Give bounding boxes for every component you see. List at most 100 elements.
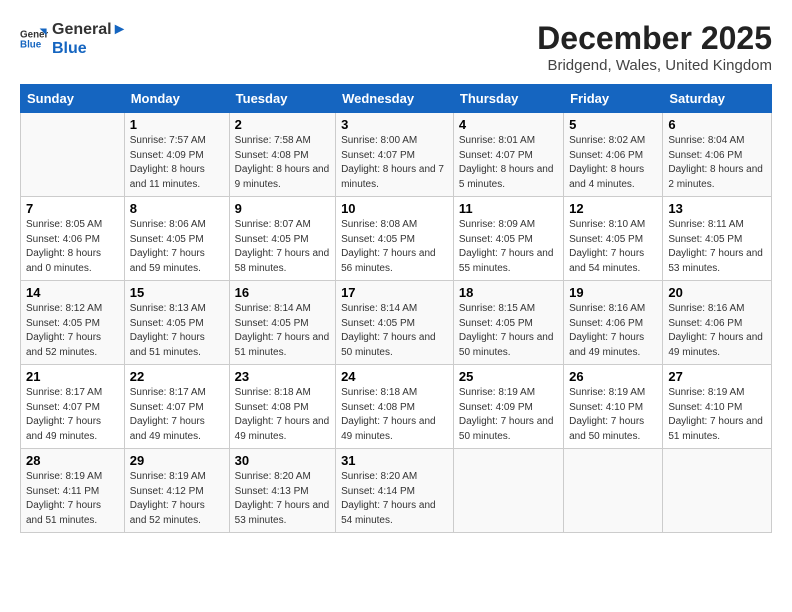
day-info: Sunrise: 8:08 AMSunset: 4:05 PMDaylight:…	[341, 218, 448, 276]
day-info: Sunrise: 8:14 AMSunset: 4:05 PMDaylight:…	[235, 302, 330, 360]
day-cell	[663, 449, 772, 533]
logo-icon: General Blue	[20, 25, 48, 53]
day-cell: 30 Sunrise: 8:20 AMSunset: 4:13 PMDayligh…	[229, 449, 335, 533]
day-info: Sunrise: 8:05 AMSunset: 4:06 PMDaylight:…	[26, 218, 119, 276]
header-cell-sunday: Sunday	[21, 85, 125, 113]
calendar-body: 1Sunrise: 7:57 AMSunset: 4:09 PMDaylight…	[21, 113, 772, 533]
day-number: 31	[341, 453, 448, 468]
day-info: Sunrise: 8:13 AMSunset: 4:05 PMDaylight:…	[130, 302, 224, 360]
week-row-1: 7 Sunrise: 8:05 AMSunset: 4:06 PMDaylight…	[21, 197, 772, 281]
day-cell: 22 Sunrise: 8:17 AMSunset: 4:07 PMDayligh…	[124, 365, 229, 449]
day-info: Sunrise: 8:11 AMSunset: 4:05 PMDaylight:…	[668, 218, 766, 276]
day-info: Sunrise: 8:06 AMSunset: 4:05 PMDaylight:…	[130, 218, 224, 276]
day-number: 16	[235, 285, 330, 300]
day-cell: 28Sunrise: 8:19 AMSunset: 4:11 PMDayligh…	[21, 449, 125, 533]
header-cell-saturday: Saturday	[663, 85, 772, 113]
day-cell: 19Sunrise: 8:16 AMSunset: 4:06 PMDayligh…	[564, 281, 663, 365]
day-cell: 12Sunrise: 8:10 AMSunset: 4:05 PMDayligh…	[564, 197, 663, 281]
day-info: Sunrise: 8:02 AMSunset: 4:06 PMDaylight:…	[569, 134, 657, 192]
week-row-2: 14 Sunrise: 8:12 AMSunset: 4:05 PMDayligh…	[21, 281, 772, 365]
day-info: Sunrise: 8:17 AMSunset: 4:07 PMDaylight:…	[130, 386, 224, 444]
day-cell: 21Sunrise: 8:17 AMSunset: 4:07 PMDayligh…	[21, 365, 125, 449]
day-number: 29	[130, 453, 224, 468]
day-number: 7	[26, 201, 119, 216]
day-info: Sunrise: 8:19 AMSunset: 4:09 PMDaylight:…	[459, 386, 558, 444]
day-number: 1	[130, 117, 224, 132]
day-cell: 24 Sunrise: 8:18 AMSunset: 4:08 PMDayligh…	[336, 365, 454, 449]
day-info: Sunrise: 8:20 AMSunset: 4:14 PMDaylight:…	[341, 470, 448, 528]
day-cell: 31 Sunrise: 8:20 AMSunset: 4:14 PMDayligh…	[336, 449, 454, 533]
day-number: 9	[235, 201, 330, 216]
day-number: 5	[569, 117, 657, 132]
day-number: 22	[130, 369, 224, 384]
day-info: Sunrise: 8:19 AMSunset: 4:10 PMDaylight:…	[668, 386, 766, 444]
day-cell: 11 Sunrise: 8:09 AMSunset: 4:05 PMDayligh…	[453, 197, 563, 281]
day-cell: 23Sunrise: 8:18 AMSunset: 4:08 PMDayligh…	[229, 365, 335, 449]
day-number: 4	[459, 117, 558, 132]
day-cell: 18 Sunrise: 8:15 AMSunset: 4:05 PMDayligh…	[453, 281, 563, 365]
week-row-4: 28Sunrise: 8:19 AMSunset: 4:11 PMDayligh…	[21, 449, 772, 533]
day-cell: 3 Sunrise: 8:00 AMSunset: 4:07 PMDaylight…	[336, 113, 454, 197]
day-info: Sunrise: 8:17 AMSunset: 4:07 PMDaylight:…	[26, 386, 119, 444]
svg-text:Blue: Blue	[20, 40, 42, 51]
day-cell: 5 Sunrise: 8:02 AMSunset: 4:06 PMDaylight…	[564, 113, 663, 197]
day-number: 18	[459, 285, 558, 300]
day-number: 11	[459, 201, 558, 216]
day-cell: 25 Sunrise: 8:19 AMSunset: 4:09 PMDayligh…	[453, 365, 563, 449]
day-info: Sunrise: 8:14 AMSunset: 4:05 PMDaylight:…	[341, 302, 448, 360]
day-info: Sunrise: 8:04 AMSunset: 4:06 PMDaylight:…	[668, 134, 766, 192]
day-number: 30	[235, 453, 330, 468]
logo-text: General►	[52, 20, 127, 39]
day-number: 14	[26, 285, 119, 300]
day-cell: 8 Sunrise: 8:06 AMSunset: 4:05 PMDaylight…	[124, 197, 229, 281]
day-info: Sunrise: 8:20 AMSunset: 4:13 PMDaylight:…	[235, 470, 330, 528]
day-cell: 10 Sunrise: 8:08 AMSunset: 4:05 PMDayligh…	[336, 197, 454, 281]
day-info: Sunrise: 8:16 AMSunset: 4:06 PMDaylight:…	[569, 302, 657, 360]
day-info: Sunrise: 8:19 AMSunset: 4:10 PMDaylight:…	[569, 386, 657, 444]
calendar-table: SundayMondayTuesdayWednesdayThursdayFrid…	[20, 84, 772, 533]
day-number: 13	[668, 201, 766, 216]
day-number: 8	[130, 201, 224, 216]
day-number: 24	[341, 369, 448, 384]
subtitle: Bridgend, Wales, United Kingdom	[537, 57, 772, 74]
day-cell	[21, 113, 125, 197]
day-number: 15	[130, 285, 224, 300]
day-info: Sunrise: 8:10 AMSunset: 4:05 PMDaylight:…	[569, 218, 657, 276]
day-info: Sunrise: 8:16 AMSunset: 4:06 PMDaylight:…	[668, 302, 766, 360]
day-cell	[564, 449, 663, 533]
day-info: Sunrise: 8:12 AMSunset: 4:05 PMDaylight:…	[26, 302, 119, 360]
day-cell: 16 Sunrise: 8:14 AMSunset: 4:05 PMDayligh…	[229, 281, 335, 365]
logo-subtext: Blue	[52, 39, 127, 58]
day-info: Sunrise: 8:00 AMSunset: 4:07 PMDaylight:…	[341, 134, 448, 192]
day-number: 25	[459, 369, 558, 384]
day-info: Sunrise: 8:07 AMSunset: 4:05 PMDaylight:…	[235, 218, 330, 276]
week-row-0: 1Sunrise: 7:57 AMSunset: 4:09 PMDaylight…	[21, 113, 772, 197]
day-cell: 9 Sunrise: 8:07 AMSunset: 4:05 PMDaylight…	[229, 197, 335, 281]
day-cell: 17Sunrise: 8:14 AMSunset: 4:05 PMDayligh…	[336, 281, 454, 365]
day-cell: 15 Sunrise: 8:13 AMSunset: 4:05 PMDayligh…	[124, 281, 229, 365]
day-cell: 29 Sunrise: 8:19 AMSunset: 4:12 PMDayligh…	[124, 449, 229, 533]
day-cell: 13 Sunrise: 8:11 AMSunset: 4:05 PMDayligh…	[663, 197, 772, 281]
day-info: Sunrise: 8:18 AMSunset: 4:08 PMDaylight:…	[235, 386, 330, 444]
day-cell: 27 Sunrise: 8:19 AMSunset: 4:10 PMDayligh…	[663, 365, 772, 449]
day-info: Sunrise: 8:19 AMSunset: 4:11 PMDaylight:…	[26, 470, 119, 528]
day-info: Sunrise: 8:15 AMSunset: 4:05 PMDaylight:…	[459, 302, 558, 360]
main-title: December 2025	[537, 20, 772, 57]
day-number: 3	[341, 117, 448, 132]
header-cell-thursday: Thursday	[453, 85, 563, 113]
day-cell: 26Sunrise: 8:19 AMSunset: 4:10 PMDayligh…	[564, 365, 663, 449]
day-info: Sunrise: 8:19 AMSunset: 4:12 PMDaylight:…	[130, 470, 224, 528]
day-info: Sunrise: 8:09 AMSunset: 4:05 PMDaylight:…	[459, 218, 558, 276]
day-number: 20	[668, 285, 766, 300]
day-number: 10	[341, 201, 448, 216]
day-info: Sunrise: 7:58 AMSunset: 4:08 PMDaylight:…	[235, 134, 330, 192]
day-cell: 2Sunrise: 7:58 AMSunset: 4:08 PMDaylight…	[229, 113, 335, 197]
day-number: 27	[668, 369, 766, 384]
day-cell: 1Sunrise: 7:57 AMSunset: 4:09 PMDaylight…	[124, 113, 229, 197]
day-cell: 14 Sunrise: 8:12 AMSunset: 4:05 PMDayligh…	[21, 281, 125, 365]
title-area: December 2025 Bridgend, Wales, United Ki…	[537, 20, 772, 74]
header-cell-friday: Friday	[564, 85, 663, 113]
header: General Blue General► Blue December 2025…	[20, 20, 772, 74]
day-info: Sunrise: 8:18 AMSunset: 4:08 PMDaylight:…	[341, 386, 448, 444]
day-cell: 7 Sunrise: 8:05 AMSunset: 4:06 PMDaylight…	[21, 197, 125, 281]
